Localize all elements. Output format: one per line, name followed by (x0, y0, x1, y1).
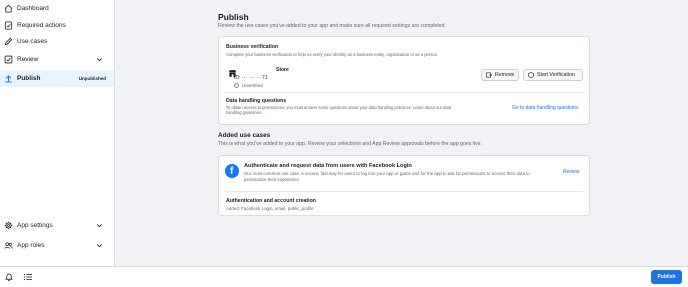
chevron-down-icon[interactable] (96, 56, 103, 63)
sidebar-item-label: Required actions (17, 22, 66, 29)
sidebar-item-required-actions[interactable]: Required actions (0, 17, 114, 34)
clipboard-check-icon (4, 21, 13, 30)
verification-icon (528, 72, 534, 78)
data-handling-description: To obtain access to permissions, you mus… (226, 105, 452, 116)
sidebar-item-use-cases[interactable]: Use cases (0, 33, 114, 50)
sidebar: Dashboard Required actions Use cases Rev… (0, 0, 115, 287)
checkbox-icon (4, 55, 13, 64)
use-case-card: f Authenticate and request data from use… (218, 155, 590, 216)
divider (225, 92, 583, 93)
sidebar-item-app-roles[interactable]: App roles (0, 237, 114, 254)
sidebar-item-publish[interactable]: Publish Unpublished (0, 70, 114, 87)
sidebar-item-label: Dashboard (17, 5, 49, 12)
status-circle-icon (234, 83, 239, 88)
business-verification-card: Business verification Complete your busi… (218, 36, 590, 125)
added-use-cases-subtitle: This is what you've added to your app. R… (218, 141, 482, 147)
remove-button-label: Remove (495, 72, 515, 78)
publish-button[interactable]: Publish (651, 270, 682, 284)
sidebar-item-review[interactable]: Review (0, 51, 114, 68)
users-icon (4, 241, 13, 250)
list-icon[interactable] (23, 272, 33, 282)
facebook-logo-icon: f (225, 164, 239, 178)
use-case-description: Our most common use case. A secure, fast… (244, 171, 530, 182)
home-icon (4, 4, 13, 13)
data-handling-title: Data handling questions (226, 98, 287, 104)
business-id-label: ID: (234, 75, 241, 81)
divider (225, 191, 583, 192)
use-case-title: Authenticate and request data from users… (244, 163, 412, 169)
bell-icon[interactable] (4, 272, 14, 282)
business-verification-title: Business verification (226, 44, 279, 50)
remove-button[interactable]: Remove (481, 69, 519, 81)
verification-status: Unverified (234, 83, 263, 88)
chevron-down-icon[interactable] (96, 242, 103, 249)
gear-icon (4, 221, 13, 230)
upload-icon (4, 74, 13, 83)
business-name: Store (276, 67, 289, 73)
sidebar-item-label: App settings (17, 222, 53, 229)
page-subtitle: Review the use cases you've added to you… (218, 23, 446, 29)
sidebar-item-label: Publish (17, 75, 41, 82)
data-handling-link[interactable]: Go to data handling questions (512, 105, 578, 111)
sidebar-item-label: Use cases (17, 38, 48, 45)
chevron-down-icon[interactable] (96, 222, 103, 229)
sidebar-item-label: App roles (17, 242, 45, 249)
review-link[interactable]: Review (563, 169, 579, 175)
unpublished-badge: Unpublished (78, 76, 106, 81)
business-verification-description: Complete your business verification to h… (226, 52, 439, 57)
bottom-bar: Publish (0, 266, 688, 287)
remove-icon (486, 72, 492, 78)
auth-description: Added: Facebook Login, email, public_pro… (226, 206, 314, 211)
sidebar-item-label: Review (17, 56, 39, 63)
sidebar-item-app-settings[interactable]: App settings (0, 217, 114, 234)
start-verification-label: Start Verification (537, 72, 575, 78)
added-use-cases-title: Added use cases (218, 132, 271, 139)
page-title: Publish (218, 12, 249, 22)
verification-status-label: Unverified (242, 83, 263, 88)
pencil-icon (4, 37, 13, 46)
start-verification-button[interactable]: Start Verification (523, 69, 583, 81)
sidebar-item-dashboard[interactable]: Dashboard (0, 0, 114, 17)
auth-title: Authentication and account creation (226, 198, 316, 204)
business-id-value: ··· ··· ···71 (242, 75, 268, 81)
